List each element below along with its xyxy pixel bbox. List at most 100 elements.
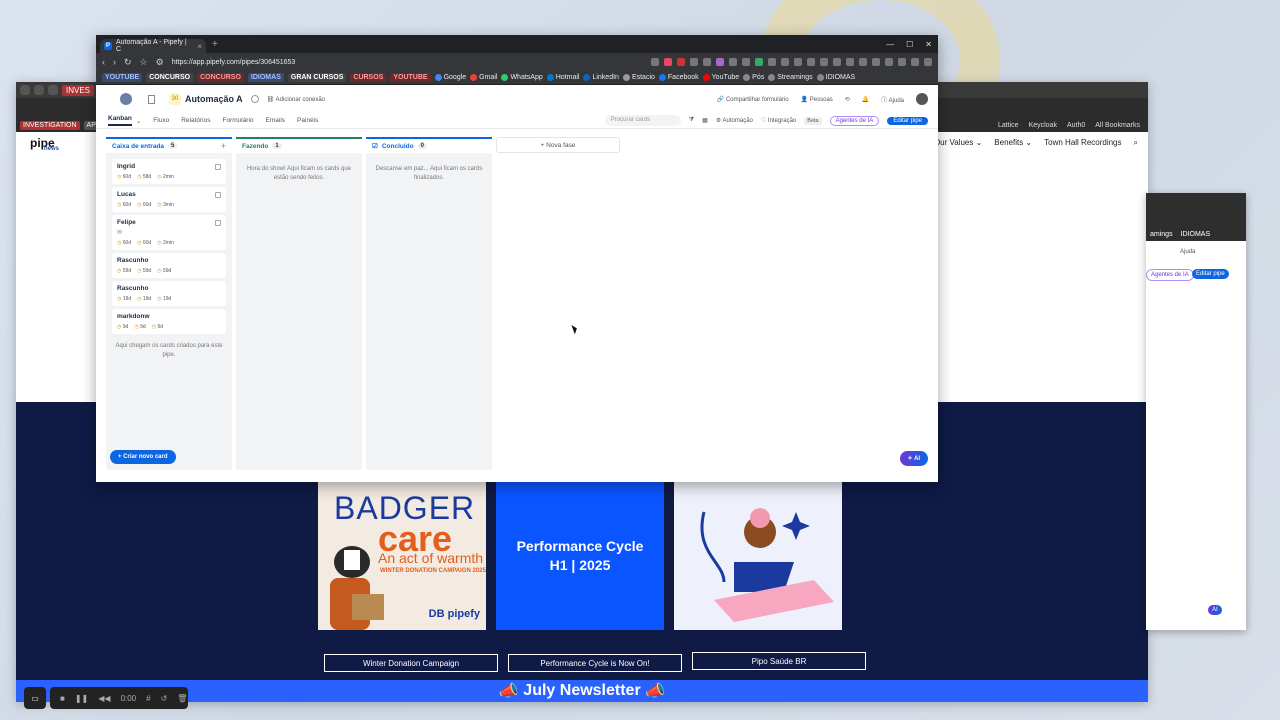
- bookmark-link[interactable]: Facebook: [658, 74, 699, 81]
- people-link[interactable]: 👤 Pessoas: [801, 96, 833, 103]
- share-form-link[interactable]: 🔗 Compartilhar formulário: [717, 96, 789, 103]
- grid-icon[interactable]: ▦: [702, 117, 708, 124]
- bookmark-link[interactable]: Streamings: [768, 74, 813, 81]
- phase-header[interactable]: ☑ Concluído 0: [366, 137, 492, 153]
- performance-cycle-button[interactable]: Performance Cycle is Now On!: [508, 654, 682, 672]
- close-tab-icon[interactable]: ×: [197, 42, 202, 51]
- phase-header[interactable]: Caixa de entrada 5 +: [106, 137, 232, 153]
- automation-link[interactable]: ⚙ Automação: [716, 117, 753, 124]
- new-tab-icon[interactable]: +: [212, 39, 218, 50]
- edit-pipe-button[interactable]: Editar pipe: [887, 116, 928, 125]
- bookmark-link[interactable]: Estacio: [622, 74, 655, 81]
- right-ai-button[interactable]: AI: [1208, 605, 1222, 615]
- bookmark-link[interactable]: Gmail: [470, 74, 497, 81]
- grid-icon[interactable]: #: [146, 694, 150, 703]
- tile-performance-cycle[interactable]: Performance Cycle H1 | 2025: [496, 482, 664, 630]
- info-icon[interactable]: [250, 95, 259, 103]
- kanban-card[interactable]: Lucas60d60d3min: [112, 187, 226, 212]
- reload-icon[interactable]: ↻: [124, 57, 132, 68]
- ai-assistant-button[interactable]: ✧ AI: [899, 451, 928, 466]
- new-phase-button[interactable]: + Nova fase: [496, 137, 620, 153]
- tab-pipefy[interactable]: P Automação A - Pipefy | C ×: [100, 39, 206, 53]
- tile-pipo-saude[interactable]: [674, 482, 842, 630]
- minimize-icon[interactable]: —: [886, 40, 894, 49]
- stop-icon[interactable]: ■: [60, 694, 65, 703]
- right-edit-pipe-button[interactable]: Editar pipe: [1192, 269, 1229, 279]
- background-tab-chip[interactable]: INVES: [62, 84, 95, 96]
- kanban-card[interactable]: Ingrid 60d 58d 2min: [112, 159, 226, 184]
- bookmark-folder-chip[interactable]: IDIOMAS: [247, 73, 284, 82]
- integration-link[interactable]: ♡ Integração: [761, 117, 796, 124]
- camera-icon[interactable]: ▭: [24, 687, 46, 709]
- bookmark-idiomas[interactable]: IDIOMAS: [1181, 231, 1211, 238]
- create-card-button[interactable]: + Criar novo card: [110, 450, 176, 464]
- chevron-down-icon[interactable]: ⌄: [136, 117, 141, 125]
- trash-icon[interactable]: 🗑: [177, 694, 187, 703]
- right-agents-button[interactable]: Agentes de IA: [1146, 269, 1194, 281]
- tab-formulario[interactable]: Formulário: [222, 117, 253, 124]
- bookmark-folder-chip[interactable]: GRAN CURSOS: [287, 73, 347, 82]
- tab-kanban[interactable]: Kanban: [108, 115, 132, 126]
- bookmark-link[interactable]: Google: [434, 74, 466, 81]
- bookmark-link[interactable]: YouTube: [702, 74, 739, 81]
- ai-agents-button[interactable]: Agentes de IA: [829, 115, 880, 126]
- bookmark-lattice[interactable]: Lattice: [998, 122, 1019, 129]
- org-avatar[interactable]: [120, 93, 132, 105]
- bookmark-keycloak[interactable]: Keycloak: [1029, 122, 1057, 129]
- bookmark-folder-chip[interactable]: YOUTUBE: [102, 73, 143, 82]
- bookmark-folder-chip[interactable]: YOUTUBE: [390, 73, 431, 82]
- tile-badger-care[interactable]: BADGER care An act of warmth WINTER DONA…: [318, 482, 486, 630]
- kanban-card[interactable]: Rascunho 59d 59d 59d: [112, 253, 226, 278]
- notifications-icon[interactable]: 🔔: [862, 96, 869, 103]
- bookmark-auth0[interactable]: Auth0: [1067, 122, 1085, 129]
- site-info-icon[interactable]: ⚙: [156, 57, 164, 68]
- bookmark-folder-chip[interactable]: CONCURSO: [197, 73, 244, 82]
- favorite-icon[interactable]: [148, 94, 155, 104]
- tab-fluxo[interactable]: Fluxo: [153, 117, 169, 124]
- restart-icon[interactable]: ↺: [161, 694, 168, 703]
- right-help[interactable]: Ajuda: [1176, 247, 1199, 257]
- filter-icon[interactable]: ⧩: [689, 117, 694, 124]
- kanban-card[interactable]: Felipe ✉ 60d 60d 2min: [112, 215, 226, 250]
- phase-header[interactable]: Fazendo 1: [236, 137, 362, 153]
- winter-donation-button[interactable]: Winter Donation Campaign: [324, 654, 498, 672]
- bookmark-folder-chip[interactable]: CONCURSO: [146, 73, 194, 82]
- maximize-icon[interactable]: ☐: [906, 40, 913, 49]
- tab-relatorios[interactable]: Relatórios: [181, 117, 210, 124]
- pipenews-logo[interactable]: pipe news: [30, 136, 59, 152]
- card-time-badge: 2min: [157, 240, 174, 246]
- nav-town-hall[interactable]: Town Hall Recordings: [1044, 138, 1121, 148]
- search-icon[interactable]: ⌕: [1134, 138, 1138, 148]
- tab-emails[interactable]: Emails: [266, 117, 286, 124]
- help-link[interactable]: ⓘ Ajuda: [881, 95, 904, 104]
- nav-benefits[interactable]: Benefits ⌄: [994, 138, 1032, 148]
- back-icon[interactable]: ‹: [102, 57, 105, 67]
- bookmark-investigation[interactable]: INVESTIGATION: [20, 120, 80, 130]
- bookmark-link[interactable]: LinkedIn: [583, 74, 619, 81]
- close-window-icon[interactable]: ✕: [925, 40, 932, 49]
- pause-icon[interactable]: ❚❚: [75, 694, 88, 703]
- add-card-icon[interactable]: +: [221, 141, 226, 151]
- add-connection-link[interactable]: ⛓ Adicionar conexão: [267, 96, 325, 103]
- bookmark-link[interactable]: Hotmail: [546, 74, 579, 81]
- all-bookmarks[interactable]: All Bookmarks: [1095, 122, 1140, 129]
- bookmark-link[interactable]: WhatsApp: [501, 74, 543, 81]
- card-title: Rascunho: [117, 285, 149, 292]
- history-icon[interactable]: ⟲: [845, 96, 850, 103]
- search-cards-input[interactable]: Procurar cards: [604, 115, 681, 126]
- bookmark-link[interactable]: Pós: [743, 74, 764, 81]
- kanban-card[interactable]: Rascunho 19d 19d 19d: [112, 281, 226, 306]
- bookmark-folder-chip[interactable]: CURSOS: [350, 73, 387, 82]
- forward-icon[interactable]: ›: [113, 57, 116, 67]
- kanban-card[interactable]: markdonw9d9d9d: [112, 309, 226, 334]
- address-bar[interactable]: https://app.pipefy.com/pipes/306451653: [172, 59, 296, 66]
- rewind-icon[interactable]: ◀◀: [98, 694, 110, 703]
- bookmark-icon[interactable]: ☆: [140, 57, 148, 68]
- tab-paineis[interactable]: Painéis: [297, 117, 318, 124]
- bookmark-streamings[interactable]: amings: [1150, 231, 1173, 238]
- pipe-title[interactable]: Automação A: [185, 94, 243, 104]
- nav-our-values[interactable]: Our Values ⌄: [934, 138, 982, 148]
- pipo-saude-button[interactable]: Pipo Saúde BR: [692, 652, 866, 670]
- bookmark-link[interactable]: IDIOMAS: [816, 74, 855, 81]
- user-avatar[interactable]: [916, 93, 928, 105]
